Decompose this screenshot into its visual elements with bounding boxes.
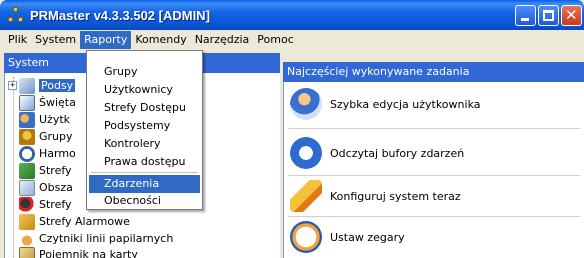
door-icon bbox=[19, 196, 35, 213]
tree-item-czytniki[interactable]: Czytniki linii papilarnych bbox=[19, 230, 173, 247]
task-read-buffers[interactable]: Odczytaj bufory zdarzeń bbox=[284, 133, 584, 173]
tree-item-label: Strefy bbox=[39, 198, 72, 211]
tree-item-harmonogramy[interactable]: Harmo bbox=[19, 145, 76, 162]
area-icon bbox=[19, 179, 35, 196]
maximize-icon bbox=[543, 10, 554, 21]
tree-item-strefy-dostepu[interactable]: Strefy bbox=[19, 196, 72, 213]
tree-expander[interactable]: + bbox=[8, 81, 17, 90]
tree-item-grupy[interactable]: Grupy bbox=[19, 128, 73, 145]
tree-item-label: Strefy Alarmowe bbox=[39, 215, 130, 228]
tree-item-label: Święta bbox=[39, 96, 76, 109]
tree-item-label: Obsza bbox=[39, 181, 73, 194]
menu-item-strefy-dostepu[interactable]: Strefy Dostępu bbox=[89, 99, 200, 117]
tree-item-pojemnik[interactable]: Pojemnik na karty bbox=[19, 246, 138, 258]
tree-item-podsystemy[interactable]: Podsy bbox=[19, 77, 76, 94]
tree-item-obszary[interactable]: Obsza bbox=[19, 179, 73, 196]
task-label: Ustaw zegary bbox=[330, 230, 405, 244]
card-box-icon bbox=[19, 246, 35, 258]
menu-raporty[interactable]: Raporty bbox=[80, 31, 132, 49]
app-network-icon bbox=[8, 7, 24, 23]
clock-icon bbox=[290, 221, 322, 253]
refresh-icon bbox=[290, 137, 322, 169]
calendar-icon bbox=[19, 94, 35, 111]
menu-komendy[interactable]: Komendy bbox=[131, 31, 190, 49]
tree-item-label: Czytniki linii papilarnych bbox=[39, 232, 174, 245]
menu-item-grupy[interactable]: Grupy bbox=[89, 63, 200, 81]
task-configure-system[interactable]: Konfiguruj system teraz bbox=[284, 176, 584, 216]
raporty-dropdown-menu: Grupy Użytkownicy Strefy Dostępu Podsyst… bbox=[86, 50, 203, 210]
tree-line bbox=[13, 77, 14, 257]
menu-pomoc[interactable]: Pomoc bbox=[253, 31, 297, 49]
menu-separator bbox=[91, 172, 198, 173]
tree-item-label: Harmo bbox=[39, 147, 76, 160]
tree-item-label: Pojemnik na karty bbox=[39, 248, 138, 258]
tree-item-strefy-alarmowe[interactable]: Strefy Alarmowe bbox=[19, 213, 130, 230]
task-label: Odczytaj bufory zdarzeń bbox=[330, 146, 465, 160]
menu-item-zdarzenia[interactable]: Zdarzenia bbox=[89, 175, 200, 193]
menu-item-obecnosci[interactable]: Obecności bbox=[89, 192, 200, 210]
window-title: PRMaster v4.3.3.502 [ADMIN] bbox=[30, 7, 210, 23]
tree-item-swieta[interactable]: Święta bbox=[19, 94, 76, 111]
minimize-button[interactable] bbox=[515, 5, 536, 26]
clock-icon bbox=[19, 145, 35, 162]
close-icon: ✕ bbox=[565, 6, 578, 24]
task-label: Szybka edycja użytkownika bbox=[330, 97, 481, 111]
tree-item-uzytkownicy[interactable]: Użytk bbox=[19, 111, 70, 128]
menu-item-uzytkownicy[interactable]: Użytkownicy bbox=[89, 81, 200, 99]
group-icon bbox=[19, 128, 35, 145]
alarm-icon bbox=[19, 213, 35, 230]
menu-item-kontrolery[interactable]: Kontrolery bbox=[89, 135, 200, 153]
title-bar: PRMaster v4.3.3.502 [ADMIN] ✕ bbox=[0, 0, 584, 30]
menu-plik[interactable]: Plik bbox=[4, 31, 31, 49]
right-panel-header: Najczęściej wykonywane zadania bbox=[283, 62, 584, 82]
network-icon bbox=[19, 77, 35, 94]
menu-item-prawa-dostepu[interactable]: Prawa dostępu bbox=[89, 153, 200, 171]
maximize-button[interactable] bbox=[538, 5, 559, 26]
menu-narzedzia[interactable]: Narzędzia bbox=[191, 31, 254, 49]
task-quick-edit-user[interactable]: Szybka edycja użytkownika bbox=[284, 84, 584, 124]
fingerprint-icon bbox=[19, 230, 35, 247]
menu-system[interactable]: System bbox=[31, 31, 80, 49]
users-icon bbox=[19, 111, 35, 128]
tree-item-label: Podsy bbox=[39, 79, 76, 92]
tree-item-label: Użytk bbox=[39, 113, 71, 126]
task-label: Konfiguruj system teraz bbox=[330, 189, 461, 203]
menu-bar: Plik System Raporty Komendy Narzędzia Po… bbox=[4, 30, 580, 50]
minimize-icon bbox=[521, 18, 529, 21]
menu-item-podsystemy[interactable]: Podsystemy bbox=[89, 117, 200, 135]
user-edit-icon bbox=[290, 88, 322, 120]
separator bbox=[288, 128, 580, 129]
wand-icon bbox=[290, 180, 322, 212]
zone-icon bbox=[19, 162, 35, 179]
task-set-clocks[interactable]: Ustaw zegary bbox=[284, 217, 584, 257]
close-button[interactable]: ✕ bbox=[561, 5, 582, 26]
tree-item-strefy-czasowe[interactable]: Strefy bbox=[19, 162, 72, 179]
tasks-panel: Szybka edycja użytkownika Odczytaj bufor… bbox=[283, 82, 584, 258]
tree-item-label: Grupy bbox=[39, 130, 73, 143]
tree-item-label: Strefy bbox=[39, 164, 72, 177]
